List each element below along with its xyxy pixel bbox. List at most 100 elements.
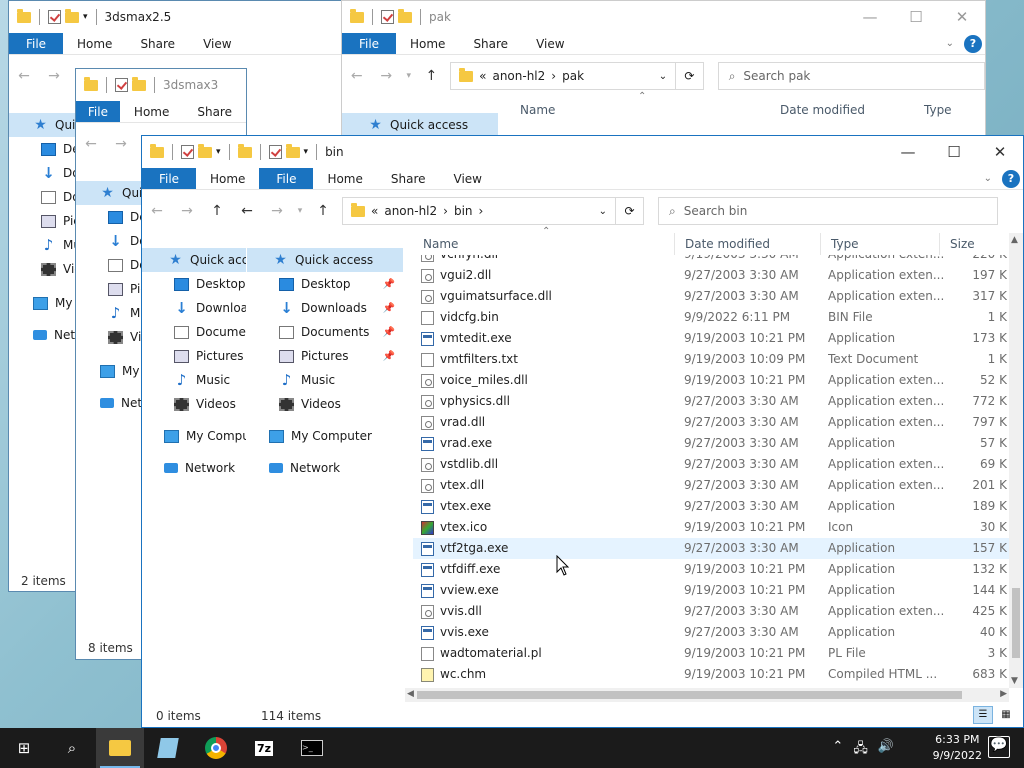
refresh-button[interactable]: ⟳ — [676, 62, 704, 90]
table-row[interactable]: vtf2tga.exe 9/27/2003 3:30 AM Application 1… — [413, 538, 1009, 559]
new-folder-icon[interactable] — [65, 8, 79, 23]
nav-downloads[interactable]: ↓Do — [9, 161, 79, 185]
horizontal-scroll-thumb[interactable] — [417, 691, 962, 699]
column-date[interactable]: Date modified — [780, 103, 865, 117]
table-row[interactable]: vrad.dll 9/27/2003 3:30 AM Application ext… — [413, 412, 1009, 433]
forward-icon[interactable]: → — [262, 203, 292, 219]
nav-videos[interactable]: Videos — [142, 392, 246, 416]
nav-pictures[interactable]: Pic — [76, 277, 144, 301]
nav-pictures[interactable]: Pic — [9, 209, 79, 233]
nav-quick-access[interactable]: ★Quic — [76, 181, 144, 205]
new-folder-icon[interactable] — [132, 76, 146, 91]
nav-videos[interactable]: Vid — [9, 257, 79, 281]
scroll-down-icon[interactable]: ▼ — [1011, 676, 1018, 686]
new-folder-icon[interactable] — [198, 143, 212, 158]
up-icon[interactable]: ↑ — [202, 203, 232, 219]
home-tab[interactable]: Home — [120, 101, 183, 122]
file-tab[interactable]: File — [76, 101, 120, 122]
help-icon[interactable]: ? — [1002, 169, 1020, 188]
properties-icon[interactable] — [115, 78, 128, 92]
address-bar[interactable]: « anon-hl2 › bin › ⌄ — [342, 197, 616, 225]
chevron-up-icon[interactable]: ⌃ — [832, 739, 843, 761]
window-pak[interactable]: pak — ☐ ✕ File Home Share View ⌄? ← → ▾ ↑ «… — [341, 0, 986, 136]
breadcrumb-more[interactable]: « — [479, 69, 486, 83]
nav-network[interactable]: Netw — [9, 323, 79, 347]
titlebar[interactable]: ▾ 3dsmax2.5 — [9, 1, 347, 33]
share-tab[interactable]: Share — [126, 33, 189, 54]
scroll-up-icon[interactable]: ▲ — [1011, 235, 1018, 245]
table-row[interactable]: vvis.dll 9/27/2003 3:30 AM Application ext… — [413, 601, 1009, 622]
close-button[interactable]: ✕ — [939, 1, 985, 33]
nav-quick-access[interactable]: ★ Quick acce — [142, 248, 246, 272]
back-icon[interactable]: ← — [232, 203, 262, 219]
nav-desktop[interactable]: Desktop — [142, 272, 246, 296]
nav-my-computer[interactable]: My C — [9, 291, 79, 315]
details-view-icon[interactable]: ☰ — [973, 706, 993, 724]
address-dropdown-icon[interactable]: ⌄ — [599, 206, 607, 217]
home-tab[interactable]: Home — [63, 33, 126, 54]
search-input[interactable]: ⌕ Search pak — [717, 62, 985, 90]
notification-icon[interactable]: 💬 — [988, 736, 1010, 758]
search-icon[interactable]: ⌕ — [48, 728, 96, 768]
nav-pictures[interactable]: Pictures 📌 — [247, 344, 403, 368]
nav-documents[interactable]: Documents 📌 — [247, 320, 403, 344]
view-tab[interactable]: View — [189, 33, 245, 54]
nav-desktop[interactable]: De — [9, 137, 79, 161]
nav-downloads[interactable]: ↓ Downloads 📌 — [247, 296, 403, 320]
column-size[interactable]: Size — [940, 233, 1006, 255]
up-icon[interactable]: ↑ — [308, 203, 338, 219]
breadcrumb-item[interactable]: pak — [562, 69, 584, 83]
table-row[interactable]: wadtomaterial.pl 9/19/2003 10:21 PM PL Fil… — [413, 643, 1009, 664]
column-type[interactable]: Type — [924, 103, 952, 117]
nav-music[interactable]: ♪ Music — [247, 368, 403, 392]
back-icon[interactable]: ← — [9, 68, 39, 84]
minimize-button[interactable]: — — [847, 1, 893, 33]
new-folder-icon[interactable] — [285, 143, 300, 158]
address-dropdown-icon[interactable]: ⌄ — [659, 71, 667, 82]
terminal-icon[interactable]: >_ — [288, 728, 336, 768]
forward-icon[interactable]: → — [106, 136, 136, 152]
horizontal-scrollbar[interactable]: ◀ ▶ — [405, 688, 1009, 702]
back-icon[interactable]: ← — [142, 203, 172, 219]
maximize-button[interactable]: ☐ — [931, 136, 977, 168]
home-tab[interactable]: Home — [196, 168, 259, 189]
table-row[interactable]: vphysics.dll 9/27/2003 3:30 AM Application… — [413, 391, 1009, 412]
column-name[interactable]: Name — [520, 103, 555, 117]
recent-dropdown-icon[interactable]: ▾ — [401, 71, 417, 81]
7zip-icon[interactable]: 7z — [240, 728, 288, 768]
nav-quick-access[interactable]: ★ Quick access — [342, 113, 498, 135]
breadcrumb-item[interactable]: bin — [454, 204, 473, 218]
nav-quick-access[interactable]: ★Quic — [9, 113, 79, 137]
table-row[interactable]: voice_miles.dll 9/19/2003 10:21 PM Applica… — [413, 370, 1009, 391]
table-row[interactable]: vmtedit.exe 9/19/2003 10:21 PM Application… — [413, 328, 1009, 349]
back-icon[interactable]: ← — [76, 136, 106, 152]
titlebar[interactable]: pak — ☐ ✕ — [342, 1, 985, 33]
nav-videos[interactable]: Vid — [76, 325, 144, 349]
properties-icon[interactable] — [48, 10, 61, 24]
nav-downloads[interactable]: ↓ Downloac — [142, 296, 246, 320]
notepad-icon[interactable] — [144, 728, 192, 768]
titlebar[interactable]: ▾ ▾ bin — ☐ ✕ — [142, 136, 1023, 168]
search-input[interactable]: ⌕ Search bin — [658, 197, 998, 225]
table-row[interactable]: vguimatsurface.dll 9/27/2003 3:30 AM Appli… — [413, 286, 1009, 307]
table-row[interactable]: vtex.dll 9/27/2003 3:30 AM Application ext… — [413, 475, 1009, 496]
ribbon-expand-icon[interactable]: ⌄ — [984, 173, 992, 184]
properties-icon[interactable] — [268, 145, 282, 159]
nav-network[interactable]: Net — [76, 391, 144, 415]
ribbon-expand-icon[interactable]: ⌄ — [946, 38, 954, 49]
scroll-left-icon[interactable]: ◀ — [407, 689, 414, 699]
share-tab[interactable]: Share — [459, 33, 522, 54]
maximize-button[interactable]: ☐ — [893, 1, 939, 33]
qa-dropdown-icon[interactable]: ▾ — [304, 147, 309, 157]
table-row[interactable]: vtfdiff.exe 9/19/2003 10:21 PM Application… — [413, 559, 1009, 580]
nav-desktop[interactable]: De — [76, 205, 144, 229]
nav-downloads[interactable]: ↓Do — [76, 229, 144, 253]
view-tab[interactable]: View — [522, 33, 578, 54]
qa-dropdown-icon[interactable]: ▾ — [216, 147, 221, 157]
scroll-right-icon[interactable]: ▶ — [1000, 689, 1007, 699]
nav-network[interactable]: Network — [247, 456, 403, 480]
vertical-scroll-thumb[interactable] — [1012, 588, 1020, 658]
properties-icon[interactable] — [381, 10, 394, 24]
file-tab[interactable]: File — [259, 168, 314, 189]
help-icon[interactable]: ? — [964, 34, 982, 53]
